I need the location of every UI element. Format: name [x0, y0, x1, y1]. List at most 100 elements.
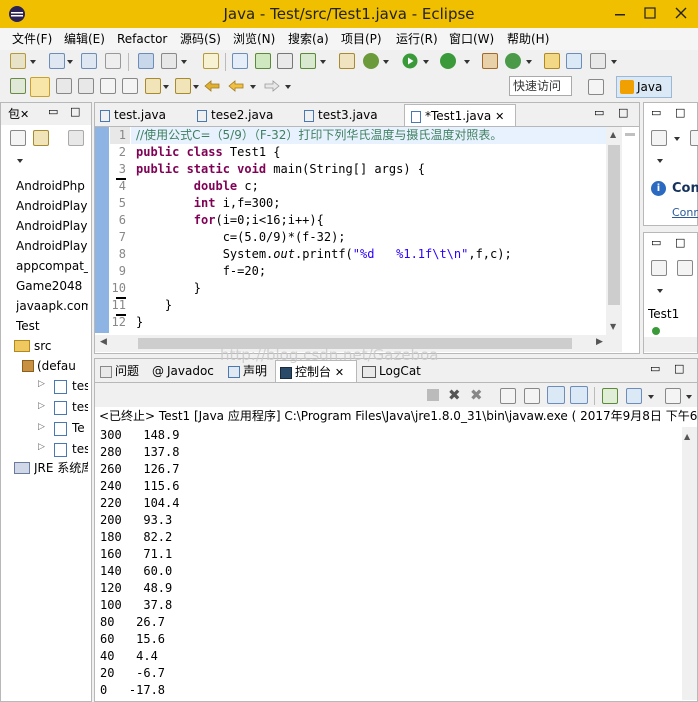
scroll-lock-icon[interactable]	[524, 388, 540, 404]
tab-test3-java[interactable]: test3.java	[304, 104, 378, 126]
close-icon[interactable]: ✕	[335, 366, 344, 379]
chevron-down-icon[interactable]	[383, 60, 389, 64]
chevron-down-icon[interactable]	[526, 60, 532, 64]
collapse-icon[interactable]	[651, 260, 667, 276]
new-class-icon[interactable]	[505, 53, 521, 69]
maximize-icon[interactable]: □	[674, 362, 684, 375]
tree-item-project[interactable]: AndroidPlay	[16, 196, 88, 216]
chevron-down-icon[interactable]	[320, 60, 326, 64]
scrollbar-thumb[interactable]	[608, 145, 620, 305]
menu-help[interactable]: 帮助(H)	[507, 28, 549, 50]
new-package-icon[interactable]	[482, 53, 498, 69]
code-text[interactable]: //使用公式C=（5/9）（F-32）打印下列华氏温度与摄氏温度对照表。 pub…	[136, 127, 606, 337]
connect-mylyn-link[interactable]: Conn	[672, 206, 698, 219]
java-perspective-button[interactable]: Java	[616, 76, 672, 98]
new-android-icon[interactable]	[339, 53, 355, 69]
remove-launch-icon[interactable]: ✖	[448, 386, 461, 404]
run-icon[interactable]	[402, 53, 418, 69]
close-icon[interactable]	[665, 0, 698, 28]
terminal-icon[interactable]	[138, 53, 154, 69]
tab-javadoc[interactable]: @ Javadoc	[152, 360, 214, 382]
filter-icon[interactable]	[690, 130, 698, 146]
close-icon[interactable]: ✕	[20, 108, 29, 121]
minimize-icon[interactable]: ▭	[48, 104, 60, 120]
chevron-down-icon[interactable]	[250, 85, 256, 89]
print-icon[interactable]	[105, 53, 121, 69]
save-all-icon[interactable]	[81, 53, 97, 69]
collapse-all-icon[interactable]	[10, 130, 26, 146]
tree-item-java-file[interactable]: Te	[72, 418, 88, 438]
show-on-output-icon[interactable]	[547, 386, 565, 404]
menu-edit[interactable]: 编辑(E)	[64, 28, 105, 50]
highlight-icon[interactable]	[30, 77, 50, 97]
maximize-icon[interactable]: □	[675, 236, 685, 249]
maximize-icon[interactable]: □	[618, 106, 628, 119]
menu-navigate[interactable]: 浏览(N)	[233, 28, 275, 50]
menu-refactor[interactable]: Refactor	[117, 28, 167, 50]
tree-item-project[interactable]: AndroidPlay	[16, 236, 88, 256]
console-vertical-scrollbar[interactable]	[682, 427, 697, 700]
scroll-left-icon[interactable]: ◀	[100, 337, 107, 347]
maximize-icon[interactable]: □	[70, 104, 82, 120]
quick-access-input[interactable]: 快速访问	[509, 76, 572, 96]
forward-arrow-icon[interactable]	[263, 78, 281, 94]
debug-icon[interactable]	[363, 53, 379, 69]
chevron-down-icon[interactable]	[163, 85, 169, 89]
open-folder-icon[interactable]	[544, 53, 560, 69]
menu-run[interactable]: 运行(R)	[396, 28, 438, 50]
open-perspective-icon[interactable]	[588, 79, 604, 95]
scroll-right-icon[interactable]: ▶	[596, 337, 603, 347]
chevron-down-icon[interactable]	[67, 60, 73, 64]
tree-item-java-file[interactable]: tes	[72, 376, 88, 396]
pin-icon[interactable]	[590, 53, 606, 69]
menu-project[interactable]: 项目(P)	[341, 28, 382, 50]
chevron-down-icon[interactable]	[423, 60, 429, 64]
chevron-down-icon[interactable]	[611, 60, 617, 64]
tree-item-project[interactable]: appcompat_	[16, 256, 88, 276]
tree-item-project[interactable]: AndroidPlay	[16, 216, 88, 236]
outline-item-test1[interactable]: Test1	[648, 304, 694, 324]
display-console-icon[interactable]	[626, 388, 642, 404]
minimize-icon[interactable]: ▭	[594, 106, 604, 119]
next-annotation-icon[interactable]	[145, 78, 161, 94]
chevron-right-icon[interactable]: ▷	[38, 379, 45, 389]
minimize-icon[interactable]: ▭	[651, 236, 661, 249]
tree-item-default-package[interactable]: (defau	[37, 356, 88, 376]
menu-file[interactable]: 文件(F)	[12, 28, 52, 50]
outline-horizontal-scrollbar[interactable]	[644, 337, 697, 352]
chevron-down-icon[interactable]	[648, 395, 654, 399]
format-icon[interactable]	[122, 78, 138, 94]
save-icon[interactable]	[49, 53, 65, 69]
chevron-down-icon[interactable]	[17, 159, 23, 163]
download-icon[interactable]	[255, 53, 271, 69]
menu-source[interactable]: 源码(S)	[180, 28, 221, 50]
check-icon[interactable]	[300, 53, 316, 69]
pin-console-icon[interactable]	[602, 388, 618, 404]
open-console-icon[interactable]	[665, 388, 681, 404]
tree-item-src[interactable]: src	[34, 336, 88, 356]
scroll-up-icon[interactable]: ▲	[684, 432, 690, 441]
chevron-down-icon[interactable]	[181, 60, 187, 64]
show-on-error-icon[interactable]	[570, 386, 588, 404]
tab-test-java[interactable]: test.java	[100, 104, 166, 126]
back-arrow-icon[interactable]	[227, 78, 245, 94]
console-output[interactable]: 300 148.9 280 137.8 260 126.7 240 115.6 …	[100, 427, 680, 699]
scroll-up-icon[interactable]: ▲	[610, 130, 616, 139]
chevron-down-icon[interactable]	[464, 60, 470, 64]
menu-window[interactable]: 窗口(W)	[449, 28, 494, 50]
open-type-icon[interactable]	[203, 53, 219, 69]
toggle-mark-icon[interactable]	[56, 78, 72, 94]
chevron-down-icon[interactable]	[30, 60, 36, 64]
tab-package-explorer[interactable]: 包✕	[8, 103, 29, 125]
clipboard-icon[interactable]	[161, 53, 177, 69]
clear-console-icon[interactable]	[500, 388, 516, 404]
terminate-icon[interactable]	[427, 389, 439, 401]
chevron-down-icon[interactable]	[657, 289, 663, 293]
chevron-down-icon[interactable]	[686, 395, 692, 399]
show-whitespace-icon[interactable]	[100, 78, 116, 94]
device-icon[interactable]	[277, 53, 293, 69]
minimize-icon[interactable]: ▭	[650, 362, 660, 375]
minimize-icon[interactable]	[605, 0, 635, 28]
tree-item-project-test[interactable]: Test	[16, 316, 88, 336]
chevron-down-icon[interactable]	[674, 137, 680, 141]
